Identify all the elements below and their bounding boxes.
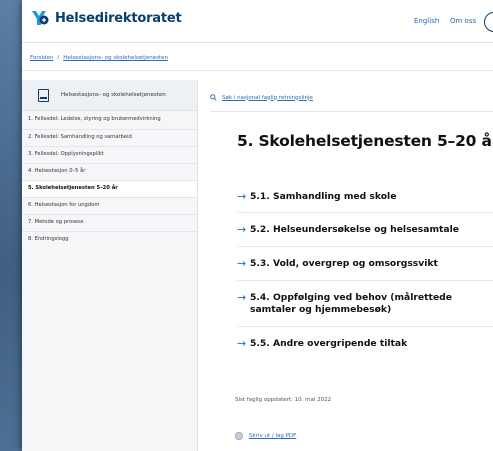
sidebar-item-ledelse[interactable]: 1. Fellesdel: Ledelse, styring og bruker… (22, 111, 197, 130)
divider (237, 246, 493, 247)
menu-button[interactable] (484, 12, 493, 32)
section-link-5-3[interactable]: → 5.3. Vold, overgrep og omsorgssvikt (237, 258, 493, 270)
divider (237, 326, 493, 327)
search-label: Søk i nasjonal faglig retningslinje (222, 94, 313, 101)
sidebar-heading[interactable]: Helsestasjons- og skolehelsetjenesten (22, 80, 197, 111)
arrow-right-icon: → (237, 337, 247, 350)
sidebar-item-metode[interactable]: 7. Metode og prosess (22, 215, 197, 232)
print-button[interactable]: Skriv ut / lag PDF (235, 432, 296, 440)
arrow-right-icon: → (237, 257, 247, 270)
helsedirektoratet-logo-icon (32, 11, 49, 25)
sidebar-item-opplysningsplikt[interactable]: 3. Fellesdel: Opplysningsplikt (22, 147, 197, 164)
breadcrumb-home[interactable]: Forsiden (30, 55, 53, 61)
sidebar-item-helsestasjon[interactable]: 4. Helsestasjon 0–5 år (22, 164, 197, 181)
sidebar-item-samhandling[interactable]: 2. Fellesdel: Samhandling og samarbeid (22, 130, 197, 147)
section-link-5-5[interactable]: → 5.5. Andre overgripende tiltak (237, 338, 493, 350)
sidebar-item-endringslogg[interactable]: 8. Endringslogg (22, 232, 197, 248)
about-link[interactable]: Om oss (450, 17, 476, 25)
section-label: 5.3. Vold, overgrep og omsorgssvikt (250, 258, 438, 269)
section-link-5-2[interactable]: → 5.2. Helseundersøkelse og helsesamtale (237, 224, 493, 236)
section-label: 5.1. Samhandling med skole (250, 191, 397, 202)
sidebar-item-ungdom[interactable]: 6. Helsestasjon for ungdom (22, 198, 197, 215)
section-label: 5.4. Oppfølging ved behov (målrettede sa… (250, 292, 452, 315)
arrow-right-icon: → (237, 223, 247, 236)
browser-window: Helsedirektoratet English Om oss Forside… (22, 0, 493, 451)
search-icon (210, 94, 217, 101)
section-label: 5.5. Andre overgripende tiltak (250, 338, 408, 349)
site-header: Helsedirektoratet English Om oss (22, 0, 493, 43)
desktop-background (0, 0, 22, 451)
divider (22, 70, 493, 71)
search-link[interactable]: Søk i nasjonal faglig retningslinje (210, 94, 313, 101)
page-title: 5. Skolehelsetjenesten 5–20 år (237, 132, 493, 150)
arrow-right-icon: → (237, 291, 247, 304)
arrow-right-icon: → (237, 190, 247, 203)
section-link-5-4[interactable]: → 5.4. Oppfølging ved behov (målrettede … (237, 292, 493, 316)
site-name: Helsedirektoratet (55, 10, 182, 26)
breadcrumb: Forsiden / Helsestasjons- og skolehelsetje… (30, 55, 168, 61)
sidebar-item-skolehelsetjenesten[interactable]: 5. Skolehelsetjenesten 5–20 år (22, 181, 197, 198)
last-updated: Sist faglig oppdatert: 10. mai 2022 (235, 397, 332, 403)
sidebar-navigation: Helsestasjons- og skolehelsetjenesten 1.… (22, 80, 198, 451)
section-label: 5.2. Helseundersøkelse og helsesamtale (250, 224, 459, 235)
sidebar-heading-label: Helsestasjons- og skolehelsetjenesten (61, 92, 166, 98)
divider (237, 212, 493, 213)
divider (210, 111, 493, 112)
print-icon (235, 432, 243, 440)
breadcrumb-separator: / (57, 55, 60, 61)
breadcrumb-current[interactable]: Helsestasjons- og skolehelsetjenesten (63, 55, 168, 61)
english-link[interactable]: English (414, 17, 439, 25)
print-label: Skriv ut / lag PDF (249, 433, 297, 439)
section-link-5-1[interactable]: → 5.1. Samhandling med skole (237, 191, 493, 203)
document-icon (38, 88, 49, 102)
divider (237, 280, 493, 281)
site-logo[interactable]: Helsedirektoratet (30, 9, 182, 27)
